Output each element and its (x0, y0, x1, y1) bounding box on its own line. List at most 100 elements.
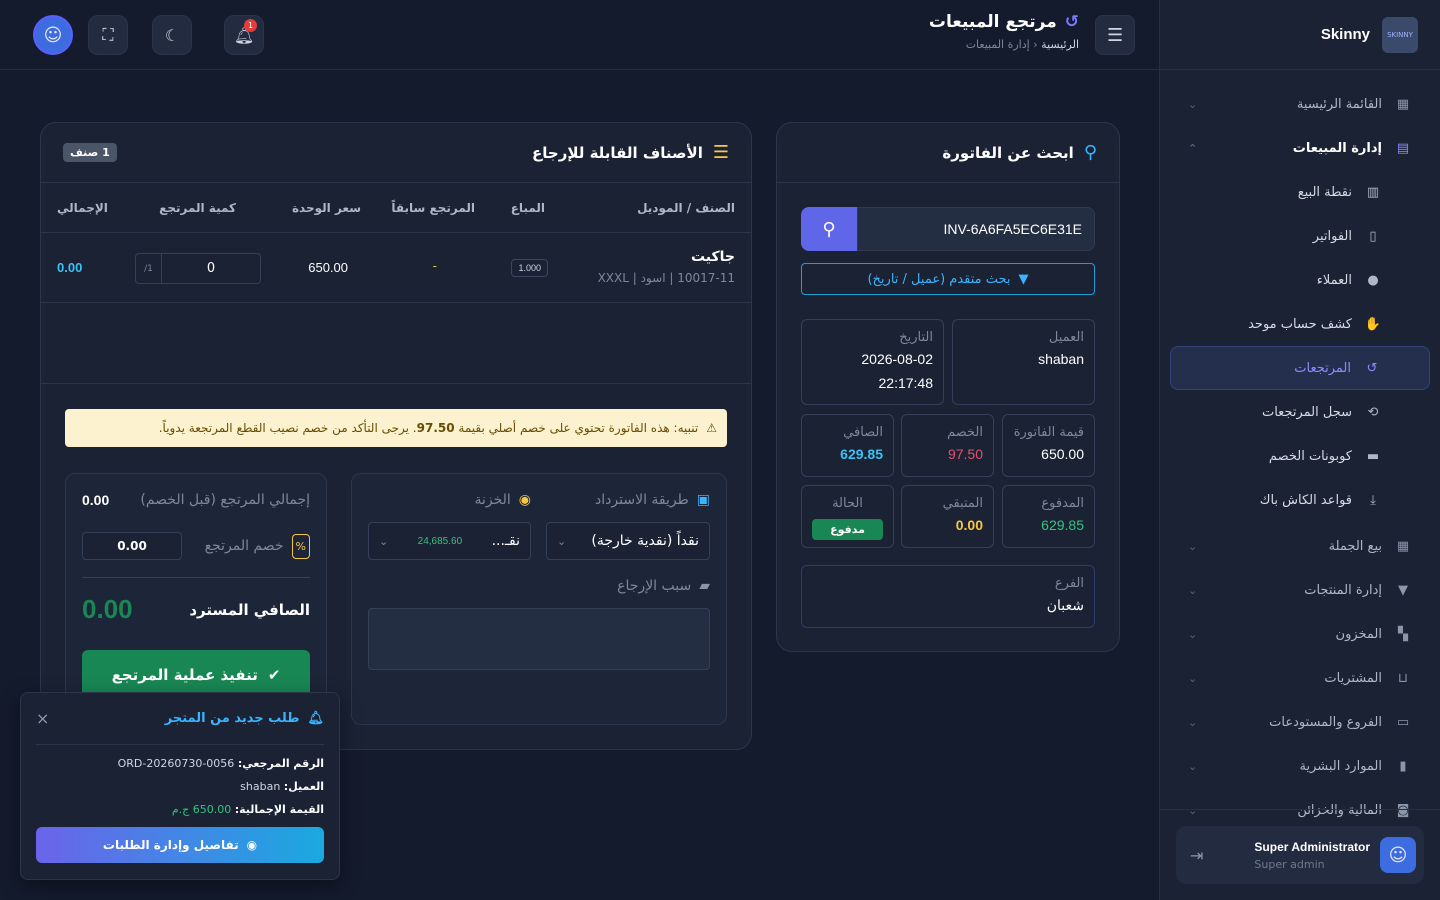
net-box: الصافي 629.85 (801, 414, 894, 477)
sidebar-item-label: كوبونات الخصم (1268, 448, 1352, 464)
logout-icon[interactable]: ⇥ (1190, 846, 1203, 865)
sidebar-item-label: القائمة الرئيسية (1296, 96, 1382, 112)
sidebar-item-inventory[interactable]: ▚ المخزون ⌄ (1170, 612, 1430, 656)
user-name: Super Administrator (1254, 839, 1370, 854)
sidebar-item-coupons[interactable]: ▬ كوبونات الخصم (1170, 434, 1400, 478)
comment-icon: ▰ (699, 578, 710, 594)
sidebar-item-label: بيع الجملة (1328, 538, 1382, 554)
list-icon: ☰ (712, 142, 729, 163)
sidebar-item-wholesale[interactable]: ▦ بيع الجملة ⌄ (1170, 524, 1430, 568)
chevron-down-icon: ⌄ (1188, 671, 1198, 685)
row-total: 0.00 (57, 260, 83, 275)
chevron-down-icon: ⌄ (557, 534, 567, 548)
discount-label: الخصم (947, 425, 983, 440)
page-title-text: مرتجع المبيعات (928, 12, 1057, 32)
refund-method-label: ▣ طريقة الاسترداد (595, 492, 710, 508)
return-reason-textarea[interactable] (368, 608, 710, 670)
total-before-row: إجمالي المرتجع (قبل الخصم) 0.00 (82, 492, 310, 508)
breadcrumb-home[interactable]: الرئيسية (1041, 38, 1079, 51)
sidebar-item-label: المرتجعات (1294, 360, 1351, 376)
net-refund-value: 0.00 (82, 594, 133, 624)
return-qty-stepper[interactable]: 0 1/ (135, 253, 261, 284)
safe-label-text: الخزنة (474, 492, 511, 508)
item-details: 10017-11 | اسود | XXXL (597, 271, 735, 285)
avatar[interactable]: ☺ (33, 15, 73, 55)
close-icon[interactable]: × (36, 709, 49, 728)
bell-icon: 🔔︎ (307, 711, 324, 726)
sidebar-item-returns[interactable]: ↺ المرتجعات (1170, 346, 1430, 390)
shirt-icon: ▼ (1398, 582, 1408, 598)
date-label: التاريخ (899, 330, 933, 345)
return-discount-row: % خصم المرتجع 0.00 (82, 532, 310, 560)
column-header: الإجمالي (57, 201, 108, 215)
order-details-button[interactable]: ◉ تفاصيل وإدارة الطلبات (36, 827, 324, 863)
return-reason-label-text: سبب الإرجاع (617, 578, 692, 594)
chevron-down-icon: ⌄ (1188, 97, 1198, 111)
branch-label: الفرع (1054, 576, 1084, 591)
customer-value: shaban (1038, 351, 1084, 367)
sidebar-item-returns-log[interactable]: ⟲ سجل المرتجعات (1170, 390, 1400, 434)
toast-ref-value: ORD-20260730-0056 (117, 757, 235, 770)
toast-total: القيمة الإجمالية: 650.00 ج.م (36, 803, 324, 816)
notification-count: 1 (244, 19, 257, 32)
customer-box: العميل shaban (952, 319, 1095, 405)
sidebar-item-sales-management[interactable]: ▤ إدارة المبيعات ⌃ (1170, 126, 1430, 170)
sidebar-item-products[interactable]: ▼ إدارة المنتجات ⌄ (1170, 568, 1430, 612)
topbar: ☰ ↺ مرتجع المبيعات الرئيسية ‹ إدارة المب… (0, 0, 1159, 70)
sidebar-item-hr[interactable]: ▮ الموارد البشرية ⌄ (1170, 744, 1430, 788)
sidebar-item-label: المالية والخزائن (1297, 802, 1382, 818)
total-before-value: 0.00 (82, 492, 110, 508)
breadcrumb-current[interactable]: إدارة المبيعات (966, 38, 1030, 51)
theme-toggle-button[interactable]: ☾ (152, 15, 192, 55)
discount-value: 97.50 (947, 446, 983, 462)
summary-divider (82, 577, 310, 578)
sidebar-item-label: كشف حساب موحد (1248, 316, 1352, 332)
user-card[interactable]: ☺ Super Administrator Super admin ⇥ (1176, 826, 1424, 884)
branch-box: الفرع شعبان (801, 565, 1095, 628)
paid-box: المدفوع 629.85 (1002, 485, 1095, 548)
warehouse-icon: ▦ (1396, 538, 1410, 554)
sidebar-item-unified-statement[interactable]: ✋ كشف حساب موحد (1170, 302, 1400, 346)
cart-icon: ⊔ (1397, 670, 1409, 686)
chevron-down-icon: ⌄ (379, 534, 389, 548)
sidebar-item-pos[interactable]: ▥ نقطة البيع (1170, 170, 1400, 214)
handshake-icon: ✋ (1364, 316, 1382, 332)
sidebar-item-cashback[interactable]: ⤓ قواعد الكاش باك (1170, 478, 1400, 522)
notifications-button[interactable]: 🔔︎ 1 (224, 15, 264, 55)
sidebar-item-purchases[interactable]: ⊔ المشتريات ⌄ (1170, 656, 1430, 700)
toast-ref: الرقم المرجعي: ORD-20260730-0056 (36, 757, 324, 770)
user-role: Super admin (1254, 857, 1325, 871)
menu-toggle-button[interactable]: ☰ (1095, 15, 1135, 55)
alert-text-after: . يرجى التأكد من خصم نصيب القطع المرتجعة… (158, 421, 417, 435)
sidebar-item-customers[interactable]: ● العملاء (1170, 258, 1400, 302)
toast-ref-label: الرقم المرجعي: (237, 757, 324, 770)
brand[interactable]: SKINNY Skinny (1160, 0, 1440, 70)
return-reason-label: ▰ سبب الإرجاع (617, 578, 710, 594)
chevron-down-icon: ⌄ (1188, 583, 1198, 597)
sidebar-item-branches[interactable]: ▭ الفروع والمستودعات ⌄ (1170, 700, 1430, 744)
sidebar: SKINNY Skinny ▦ القائمة الرئيسية ⌄ ▤ إدا… (1159, 0, 1440, 900)
fullscreen-button[interactable]: ⛶ (88, 15, 128, 55)
chevron-down-icon: ⌄ (1188, 715, 1198, 729)
net-label: الصافي (843, 425, 883, 440)
alert-text: تنبيه: هذه الفاتورة تحتوي على خصم أصلي ب… (159, 421, 699, 435)
sidebar-item-label: المشتريات (1324, 670, 1382, 686)
total-before-label: إجمالي المرتجع (قبل الخصم) (140, 492, 310, 508)
invoice-search-bar: INV-6A6FA5EC6E31E ⚲ (801, 207, 1095, 251)
refund-method-select[interactable]: نقداً (نقدية خارجة) ⌄ (546, 522, 710, 560)
toast-customer: العميل: shaban (36, 780, 324, 793)
search-button[interactable]: ⚲ (801, 207, 857, 251)
net-refund-row: الصافي المسترد 0.00 (82, 594, 310, 625)
sidebar-item-main-menu[interactable]: ▦ القائمة الرئيسية ⌄ (1170, 82, 1430, 126)
toast-customer-value: shaban (240, 780, 281, 793)
table-empty-space (41, 303, 751, 384)
column-header: المباع (510, 201, 545, 215)
check-circle-icon: ✔ (267, 666, 281, 684)
return-discount-input[interactable]: 0.00 (82, 532, 182, 560)
return-qty-input[interactable]: 0 (162, 261, 260, 276)
column-header: كمية المرتجع (159, 201, 236, 215)
sidebar-item-invoices[interactable]: ▯ الفواتير (1170, 214, 1400, 258)
safe-select[interactable]: نقـ... 24,685.60 ⌄ (368, 522, 531, 560)
advanced-search-button[interactable]: ▼ بحث متقدم (عميل / تاريخ) (801, 263, 1095, 295)
invoice-search-input[interactable]: INV-6A6FA5EC6E31E (857, 207, 1095, 251)
